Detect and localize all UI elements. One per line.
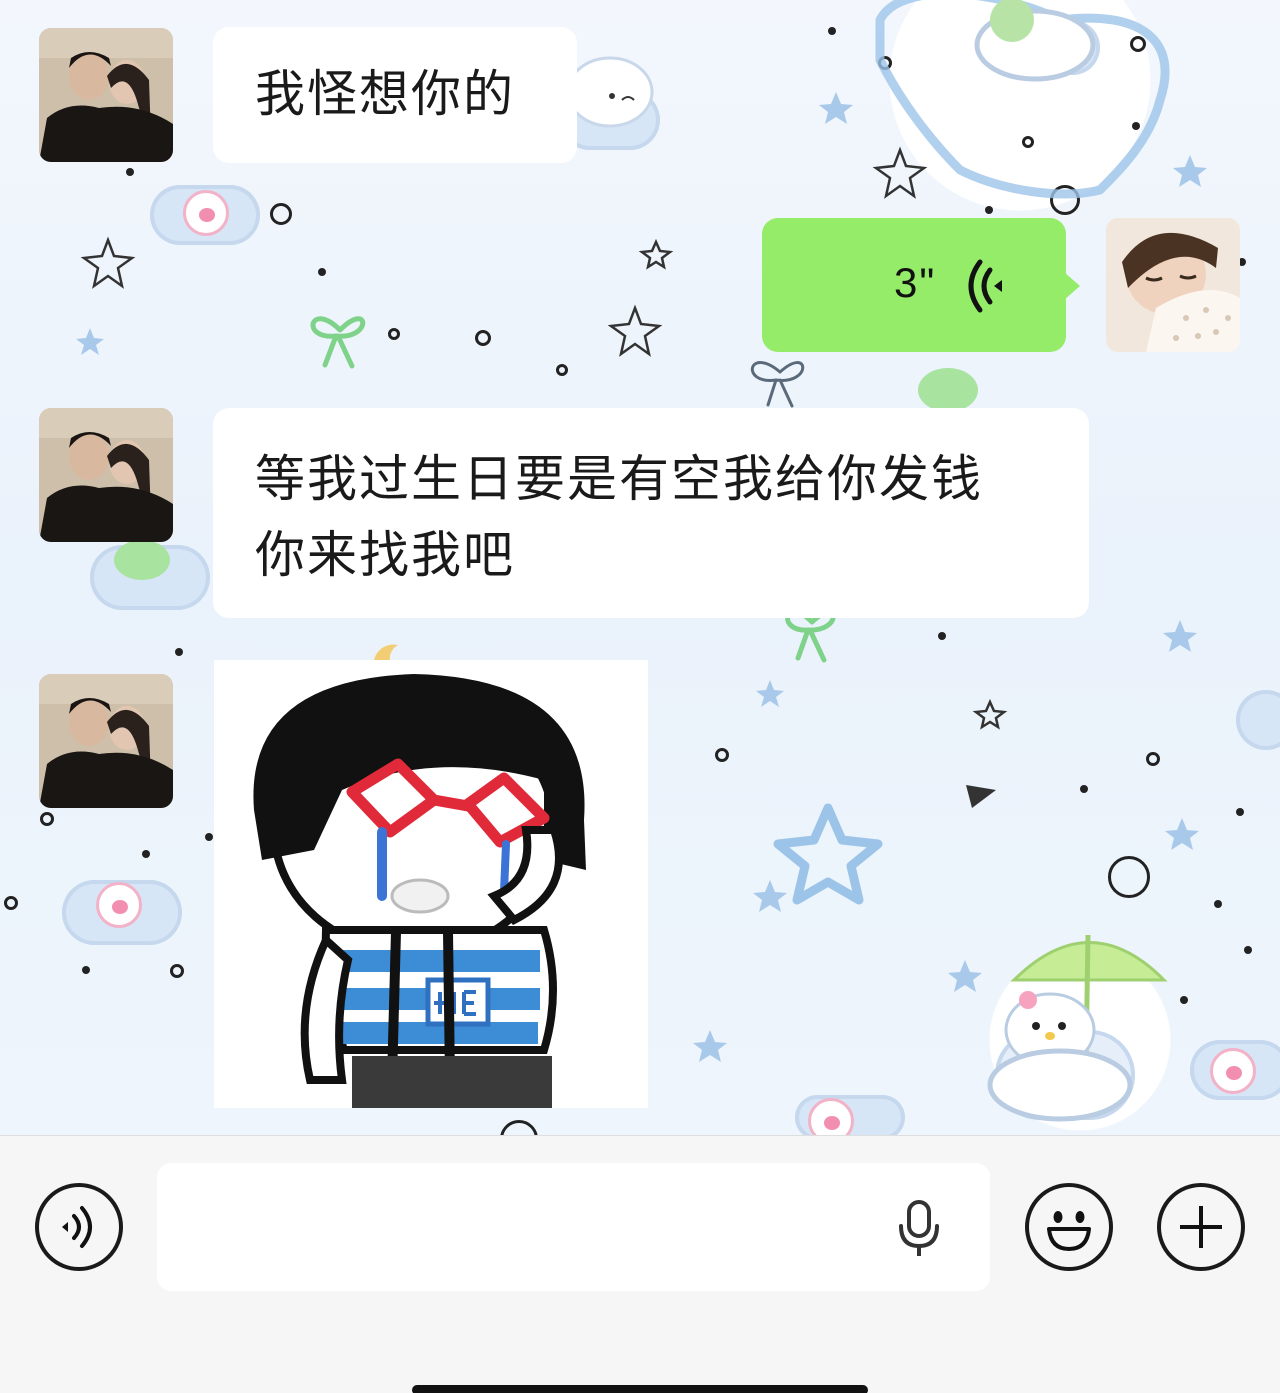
emoji-icon bbox=[1047, 1211, 1091, 1251]
couple-photo-avatar-image bbox=[39, 408, 173, 542]
microphone-icon[interactable] bbox=[897, 1200, 941, 1258]
couple-photo-avatar-image bbox=[39, 674, 173, 808]
received-message-bubble[interactable]: 我怪想你的 bbox=[213, 27, 577, 163]
cat-with-umbrella-illustration bbox=[987, 934, 1168, 1122]
voice-duration: 3" bbox=[894, 259, 937, 306]
star-filled-icon bbox=[693, 1030, 727, 1062]
contact-avatar[interactable] bbox=[39, 28, 173, 162]
girl-photo-avatar-image bbox=[1106, 218, 1240, 352]
star-outline-icon bbox=[972, 698, 1008, 730]
contact-avatar[interactable] bbox=[39, 674, 173, 808]
star-filled-icon bbox=[1173, 155, 1207, 187]
voice-wave-icon bbox=[968, 259, 1002, 313]
cat-peeking-illustration bbox=[566, 56, 654, 128]
clover-icon bbox=[114, 540, 170, 580]
received-message-bubble[interactable]: 等我过生日要是有空我给你发钱 你来找我吧 bbox=[213, 408, 1089, 618]
message-text-line: 等我过生日要是有空我给你发钱 bbox=[255, 450, 983, 508]
star-filled-icon bbox=[76, 328, 104, 355]
star-outline-icon bbox=[80, 236, 136, 289]
voice-mode-button[interactable] bbox=[35, 1183, 123, 1271]
chat-input-bar bbox=[0, 1135, 1280, 1393]
cat-with-heart-illustration bbox=[974, 0, 1096, 82]
star-outline-icon bbox=[872, 146, 928, 199]
star-filled-icon bbox=[948, 960, 982, 992]
message-input[interactable] bbox=[157, 1163, 990, 1291]
my-avatar[interactable] bbox=[1106, 218, 1240, 352]
star-filled-icon bbox=[1165, 818, 1199, 850]
star-outline-icon bbox=[773, 803, 883, 905]
voice-mode-icon bbox=[62, 1206, 92, 1248]
emoji-button[interactable] bbox=[1025, 1183, 1113, 1271]
sticker-message[interactable] bbox=[214, 660, 648, 1108]
star-filled-icon bbox=[1163, 620, 1197, 652]
star-filled-icon bbox=[753, 880, 787, 912]
contact-avatar[interactable] bbox=[39, 408, 173, 542]
crying-bowl-cut-kid-sticker bbox=[253, 674, 586, 1108]
home-indicator[interactable] bbox=[412, 1385, 868, 1393]
shell-icon bbox=[966, 776, 996, 808]
bow-icon bbox=[310, 316, 366, 369]
voice-message-bubble[interactable]: 3" bbox=[762, 218, 1080, 352]
star-filled-icon bbox=[756, 680, 784, 707]
star-filled-icon bbox=[819, 92, 853, 124]
more-options-button[interactable] bbox=[1157, 1183, 1245, 1271]
bow-icon bbox=[785, 609, 836, 663]
message-text: 我怪想你的 bbox=[255, 65, 515, 123]
message-text-line: 你来找我吧 bbox=[255, 526, 515, 584]
star-outline-icon bbox=[607, 304, 663, 357]
bow-icon bbox=[750, 361, 805, 408]
star-outline-icon bbox=[638, 238, 674, 270]
plus-icon bbox=[1180, 1206, 1222, 1248]
clover-icon bbox=[918, 368, 978, 412]
couple-photo-avatar-image bbox=[39, 28, 173, 162]
